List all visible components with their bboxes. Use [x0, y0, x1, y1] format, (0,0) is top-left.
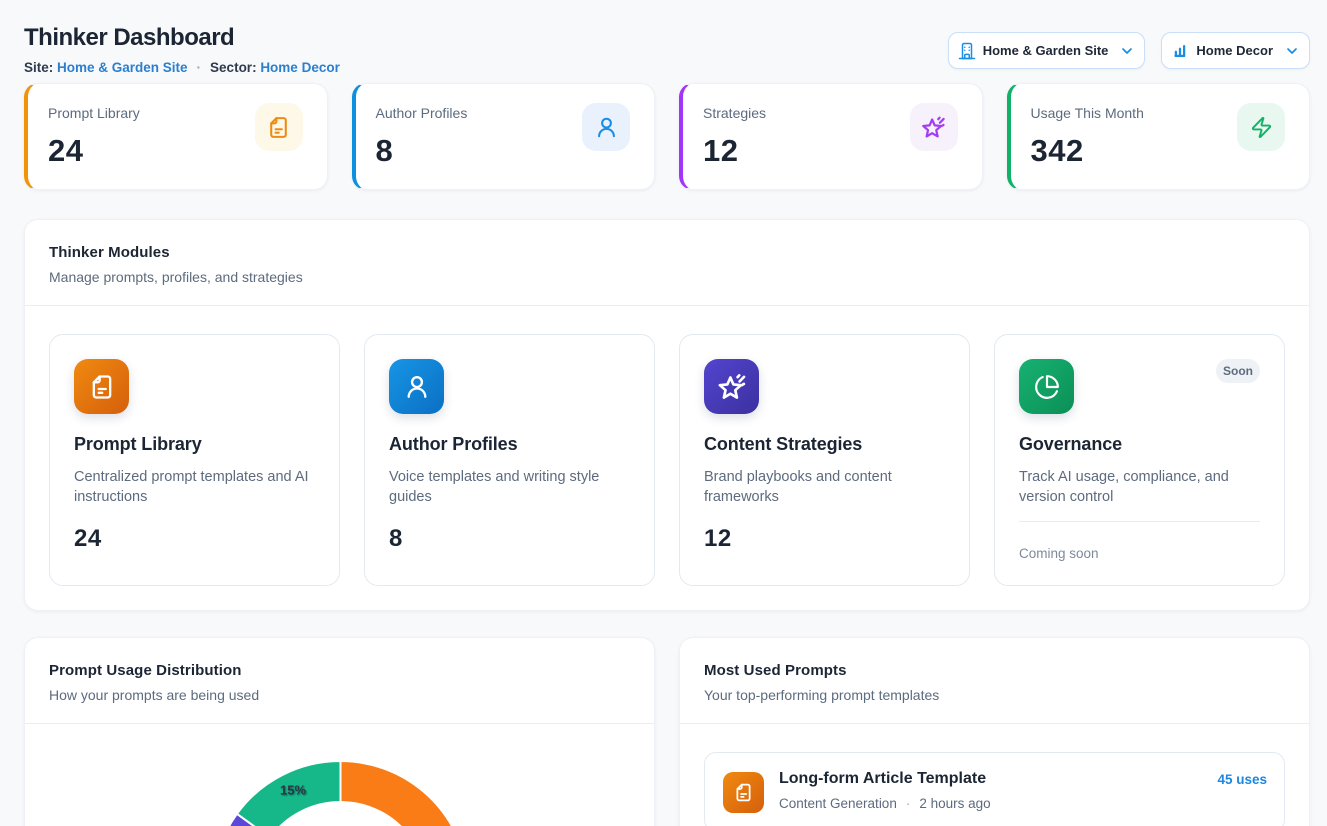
svg-text:15%: 15%: [280, 783, 306, 798]
